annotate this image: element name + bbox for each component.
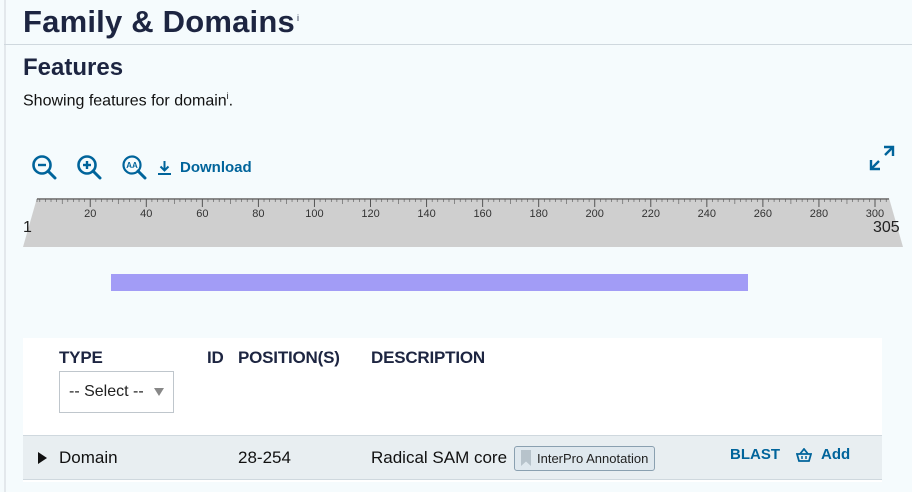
chevron-down-icon [154, 388, 164, 396]
ruler-tick-label: 120 [361, 208, 379, 220]
section-title: Family & Domains i [23, 4, 299, 40]
ruler-tick-label: 240 [698, 208, 716, 220]
ruler-tick-label: 140 [417, 208, 435, 220]
sequence-ruler[interactable]: 20 40 60 80 100 120 140 160 180 200 220 240 260 280 30… [23, 198, 903, 248]
add-label: Add [821, 446, 851, 463]
row-positions: 28-254 [238, 448, 291, 467]
download-label: Download [180, 158, 252, 176]
ruler-tick-label: 20 [84, 208, 96, 220]
basket-icon [796, 447, 812, 462]
info-icon[interactable]: i [297, 13, 299, 23]
add-to-basket-button[interactable]: Add [796, 446, 850, 463]
section-title-text: Family & Domains [23, 4, 295, 39]
ruler-tick-label: 80 [252, 208, 264, 220]
left-border [4, 0, 6, 492]
ruler-tick-label: 60 [196, 208, 208, 220]
ruler-tick-label: 100 [305, 208, 323, 220]
svg-text:AA: AA [126, 161, 138, 170]
ruler-tick-label: 220 [642, 208, 660, 220]
ruler-tick-label: 260 [754, 208, 772, 220]
domain-feature-bar[interactable] [110, 274, 749, 291]
bookmark-icon [521, 450, 531, 466]
header-positions: POSITION(S) [238, 348, 340, 367]
header-description: DESCRIPTION [371, 348, 485, 367]
sequence-start-label: 1 [23, 219, 32, 236]
viewer-toolbar: AA Download [30, 152, 252, 182]
ruler-tick-label: 200 [586, 208, 604, 220]
expand-row-icon[interactable] [38, 452, 47, 464]
header-type: TYPE [59, 348, 103, 367]
type-filter-select[interactable]: -- Select -- [59, 371, 174, 413]
sequence-end-label: 305 [873, 219, 900, 236]
blast-link[interactable]: BLAST [730, 446, 780, 463]
zoom-in-icon[interactable] [75, 153, 103, 181]
zoom-out-icon[interactable] [30, 153, 58, 181]
row-type: Domain [59, 448, 118, 467]
features-table: TYPE ID POSITION(S) DESCRIPTION -- Selec… [23, 338, 882, 482]
features-description: Showing features for domaini. [23, 91, 233, 110]
badge-label: InterPro Annotation [537, 451, 649, 466]
row-description: Radical SAM core [371, 448, 508, 467]
download-button[interactable]: Download [157, 159, 252, 176]
title-divider [4, 44, 912, 45]
ruler-tick-label: 180 [529, 208, 547, 220]
features-description-suffix: . [228, 92, 234, 110]
fullscreen-icon[interactable] [869, 145, 895, 171]
table-row: Domain 28-254 Radical SAM core InterPro … [23, 435, 882, 480]
type-filter-value: -- Select -- [69, 383, 144, 400]
ruler-tick-label: 160 [473, 208, 491, 220]
ruler-tick-label: 40 [140, 208, 152, 220]
ruler-tick-label: 280 [810, 208, 828, 220]
download-icon [158, 160, 171, 175]
interpro-annotation-badge[interactable]: InterPro Annotation [514, 446, 656, 471]
features-title: Features [23, 54, 124, 81]
features-description-text: Showing features for domain [23, 92, 227, 110]
header-id: ID [207, 348, 224, 367]
zoom-to-sequence-icon[interactable]: AA [120, 153, 148, 181]
